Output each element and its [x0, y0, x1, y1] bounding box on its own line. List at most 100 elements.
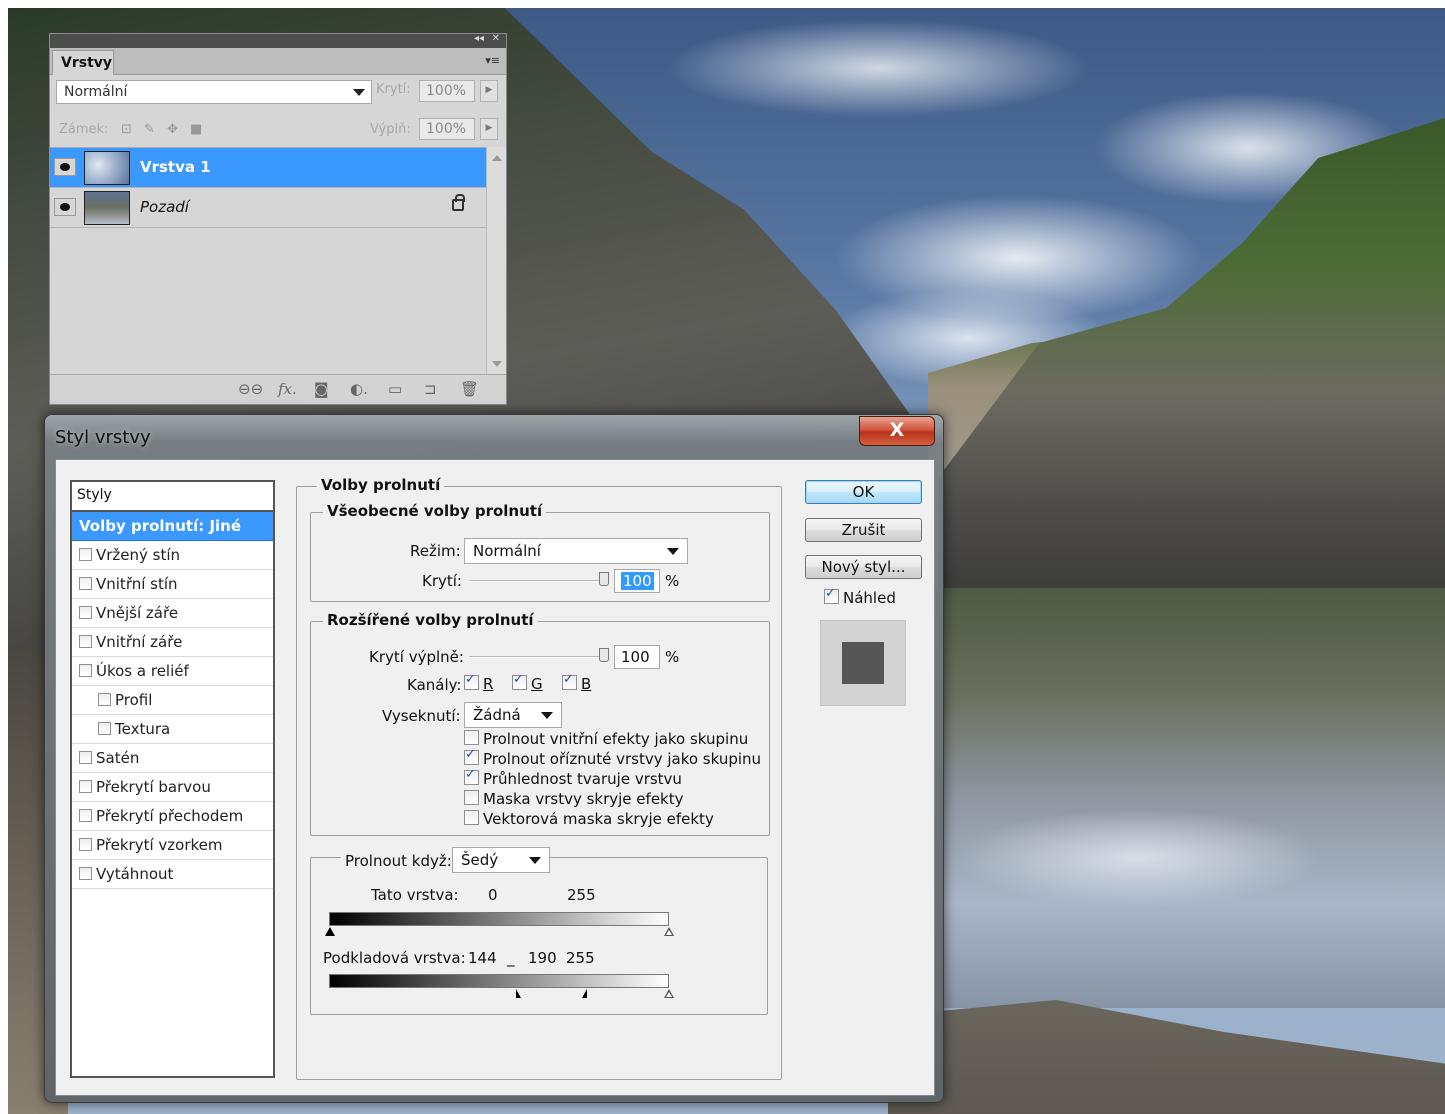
checkbox-icon[interactable]	[562, 672, 577, 690]
opacity-stepper-icon[interactable]: ▶	[480, 80, 498, 102]
underlying-black-slider-right[interactable]	[582, 989, 587, 998]
style-checkbox[interactable]	[79, 548, 92, 561]
link-icon[interactable]: ⊖⊖	[238, 380, 263, 398]
layer-row-pozadi[interactable]: Pozadí	[50, 188, 486, 228]
style-satin[interactable]: Satén	[72, 744, 273, 773]
trash-icon[interactable]: 🗑	[460, 380, 479, 398]
style-checkbox[interactable]	[79, 809, 92, 822]
checkbox-icon[interactable]	[464, 672, 479, 690]
lock-position-icon[interactable]: ✥	[167, 122, 178, 137]
style-drop-shadow[interactable]: Vržený stín	[72, 541, 273, 570]
style-checkbox[interactable]	[79, 751, 92, 764]
tab-layers[interactable]: Vrstvy	[52, 50, 114, 75]
collapse-icon[interactable]: ◂◂	[474, 33, 484, 44]
style-label: Vržený stín	[96, 546, 181, 564]
fill-field[interactable]: 100%	[419, 118, 475, 140]
style-bevel-emboss[interactable]: Úkos a reliéf	[72, 657, 273, 686]
new-style-button[interactable]: Nový styl...	[805, 555, 922, 579]
style-inner-shadow[interactable]: Vnitřní stín	[72, 570, 273, 599]
preview-checkbox[interactable]: Náhled	[824, 586, 896, 607]
blend-mode-select[interactable]: Normální	[56, 80, 372, 104]
cancel-button[interactable]: Zrušit	[805, 518, 922, 542]
fill-opacity-slider[interactable]	[469, 648, 609, 662]
fill-opacity-slider-handle[interactable]	[599, 648, 609, 662]
checkbox-icon[interactable]	[464, 747, 479, 765]
adjustment-icon[interactable]: ◐.	[350, 380, 368, 398]
lock-all-icon[interactable]: ■	[190, 122, 202, 137]
styles-header[interactable]: Styly	[72, 482, 273, 512]
this-layer-low: 0	[488, 886, 498, 904]
option-blend-clipped-layers[interactable]: Prolnout oříznuté vrstvy jako skupinu	[464, 747, 761, 768]
channel-r-checkbox[interactable]: R	[464, 672, 493, 693]
mask-icon[interactable]: ◙	[314, 380, 329, 398]
opacity-slider-handle[interactable]	[599, 572, 609, 586]
style-stroke[interactable]: Vytáhnout	[72, 860, 273, 889]
underlying-black-slider-left[interactable]	[516, 989, 521, 998]
option-label: Vektorová maska skryje efekty	[483, 810, 714, 828]
checkbox-icon[interactable]	[464, 767, 479, 785]
scroll-down-icon[interactable]	[492, 361, 502, 367]
style-label: Satén	[96, 749, 140, 767]
visibility-eye-icon[interactable]	[54, 198, 76, 216]
fill-opacity-input[interactable]: 100	[614, 645, 660, 669]
scroll-up-icon[interactable]	[492, 155, 502, 161]
style-contour[interactable]: Profil	[72, 686, 273, 715]
style-checkbox[interactable]	[98, 722, 111, 735]
style-label: Překrytí přechodem	[96, 807, 244, 825]
option-layer-mask-hides-effects[interactable]: Maska vrstvy skryje efekty	[464, 790, 684, 808]
style-checkbox[interactable]	[79, 635, 92, 648]
layer-name: Pozadí	[140, 198, 189, 216]
panel-close-icon[interactable]: ✕	[492, 33, 500, 44]
layer-list-scrollbar[interactable]	[486, 147, 506, 375]
style-label: Překrytí vzorkem	[96, 836, 223, 854]
style-checkbox[interactable]	[79, 664, 92, 677]
panel-titlebar[interactable]: ◂◂ ✕	[50, 33, 506, 48]
knockout-dropdown[interactable]: Žádná	[464, 702, 562, 728]
style-blending-options[interactable]: Volby prolnutí: Jiné	[72, 512, 273, 541]
style-gradient-overlay[interactable]: Překrytí přechodem	[72, 802, 273, 831]
layers-panel: ◂◂ ✕ Vrstvy ▾≡ Normální Krytí: 100% ▶ Zá…	[49, 33, 507, 405]
new-layer-icon[interactable]: ⊐	[424, 380, 437, 398]
folder-icon[interactable]: ▭	[388, 380, 402, 398]
style-checkbox[interactable]	[79, 867, 92, 880]
checkbox-icon[interactable]	[512, 672, 527, 690]
style-checkbox[interactable]	[79, 780, 92, 793]
this-layer-white-slider[interactable]	[664, 927, 674, 936]
close-button[interactable]: X	[859, 416, 935, 446]
panel-menu-icon[interactable]: ▾≡	[485, 54, 500, 67]
opacity-input[interactable]: 100	[614, 569, 660, 593]
checkbox-icon[interactable]	[464, 730, 479, 745]
this-layer-black-slider[interactable]	[325, 927, 335, 936]
blend-if-dropdown[interactable]: Šedý	[452, 847, 550, 873]
style-checkbox[interactable]	[79, 838, 92, 851]
style-label: Vnější záře	[96, 604, 179, 622]
style-outer-glow[interactable]: Vnější záře	[72, 599, 273, 628]
fx-icon[interactable]: fx.	[278, 380, 297, 398]
checkbox-icon[interactable]	[464, 790, 479, 805]
style-texture[interactable]: Textura	[72, 715, 273, 744]
ok-button[interactable]: OK	[805, 480, 922, 504]
checkbox-icon[interactable]	[464, 810, 479, 825]
lock-pixels-icon[interactable]: ✎	[144, 122, 155, 137]
style-color-overlay[interactable]: Překrytí barvou	[72, 773, 273, 802]
style-inner-glow[interactable]: Vnitřní záře	[72, 628, 273, 657]
lock-transparency-icon[interactable]: ⊡	[121, 122, 132, 137]
channel-g-checkbox[interactable]: G	[512, 672, 543, 693]
layer-row-vrstva-1[interactable]: Vrstva 1	[50, 148, 486, 188]
channel-b-checkbox[interactable]: B	[562, 672, 591, 693]
checkbox-icon[interactable]	[824, 586, 839, 604]
style-checkbox[interactable]	[98, 693, 111, 706]
option-blend-interior-effects[interactable]: Prolnout vnitřní efekty jako skupinu	[464, 730, 748, 748]
option-vector-mask-hides-effects[interactable]: Vektorová maska skryje efekty	[464, 810, 714, 828]
option-transparency-shapes-layer[interactable]: Průhlednost tvaruje vrstvu	[464, 767, 682, 788]
visibility-eye-icon[interactable]	[54, 158, 76, 176]
underlying-white-slider[interactable]	[664, 989, 674, 998]
opacity-field[interactable]: 100%	[419, 80, 475, 102]
opacity-slider[interactable]	[469, 572, 609, 586]
fill-stepper-icon[interactable]: ▶	[480, 118, 498, 140]
style-pattern-overlay[interactable]: Překrytí vzorkem	[72, 831, 273, 860]
mode-dropdown[interactable]: Normální	[464, 538, 688, 564]
mode-value: Normální	[473, 542, 541, 560]
style-checkbox[interactable]	[79, 606, 92, 619]
style-checkbox[interactable]	[79, 577, 92, 590]
